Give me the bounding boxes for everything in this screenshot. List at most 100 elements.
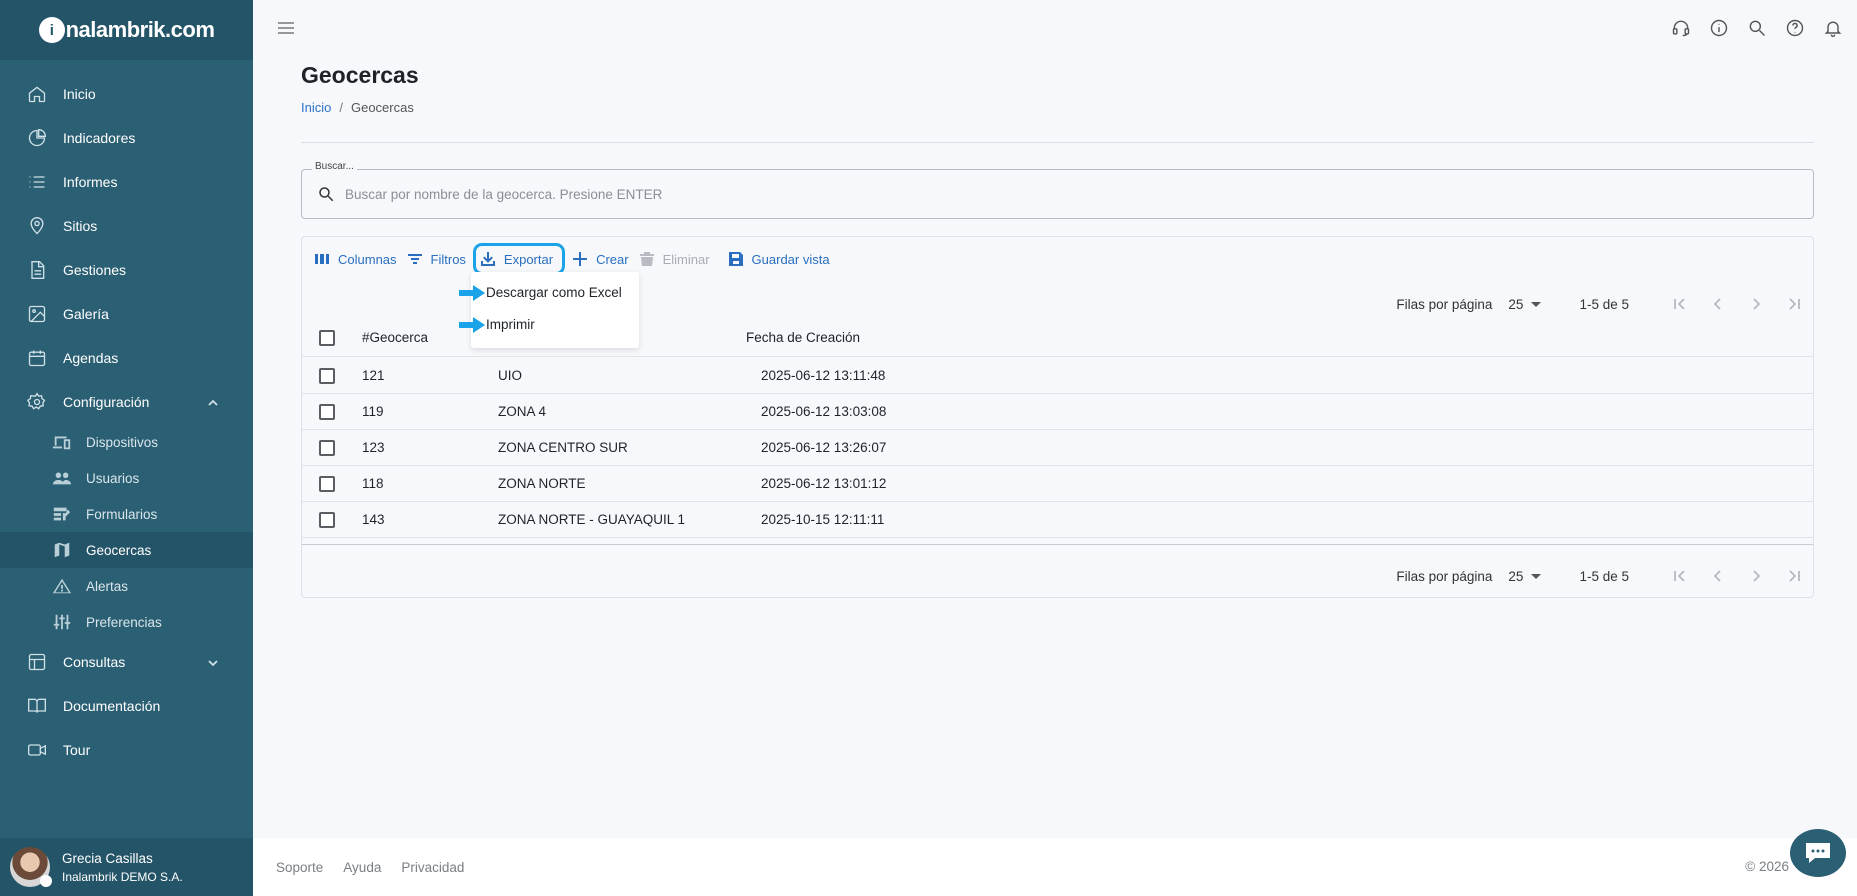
rows-per-page-label: Filas por página (1396, 568, 1493, 584)
row-checkbox[interactable] (319, 475, 335, 492)
export-button[interactable]: Exportar (472, 243, 566, 275)
previous-page-icon[interactable] (1699, 289, 1737, 319)
next-page-icon[interactable] (1737, 561, 1775, 591)
sidebar-item-galeria[interactable]: Galería (0, 292, 253, 336)
hamburger-menu-icon[interactable] (276, 18, 296, 38)
sidebar-item-indicadores[interactable]: Indicadores (0, 116, 253, 160)
arrow-right-icon (459, 285, 485, 301)
logo-mark: i (38, 17, 65, 43)
rows-per-page-select[interactable]: 25 (1508, 568, 1542, 584)
help-icon[interactable] (1785, 18, 1805, 38)
sidebar-item-consultas[interactable]: Consultas (0, 640, 253, 684)
sidebar-item-informes[interactable]: Informes (0, 160, 253, 204)
info-icon[interactable] (1709, 18, 1729, 38)
filters-button[interactable]: Filtros (402, 245, 471, 273)
export-label: Exportar (503, 251, 554, 267)
last-page-icon[interactable] (1775, 289, 1813, 319)
sidebar-subitem-usuarios[interactable]: Usuarios (0, 460, 253, 496)
search-input[interactable] (345, 186, 1745, 202)
select-all-checkbox[interactable] (319, 329, 335, 346)
filter-icon (407, 254, 422, 264)
table-icon (27, 652, 47, 672)
row-checkbox[interactable] (319, 367, 335, 384)
row-checkbox[interactable] (319, 439, 335, 456)
chat-icon (1806, 843, 1830, 863)
sidebar-subitem-label: Alertas (86, 578, 129, 594)
row-checkbox[interactable] (319, 511, 335, 528)
table-row[interactable]: 121 UIO 2025-06-12 13:11:48 (302, 358, 1813, 394)
cell-id: 121 (362, 368, 385, 383)
sidebar-subitem-formularios[interactable]: Formularios (0, 496, 253, 532)
cell-id: 123 (362, 440, 385, 455)
logo-bar: i nalambrik.com (0, 0, 253, 60)
breadcrumb-home-link[interactable]: Inicio (301, 100, 331, 115)
row-checkbox[interactable] (319, 403, 335, 420)
sliders-icon (51, 613, 73, 631)
grid-footer-divider (302, 544, 1813, 545)
chat-button[interactable] (1790, 829, 1846, 877)
sidebar-subitem-preferencias[interactable]: Preferencias (0, 604, 253, 640)
sidebar-item-sitios[interactable]: Sitios (0, 204, 253, 248)
image-icon (27, 304, 47, 324)
sidebar-item-agendas[interactable]: Agendas (0, 336, 253, 380)
dropdown-caret-icon (1531, 301, 1542, 307)
sidebar-item-documentacion[interactable]: Documentación (0, 684, 253, 728)
sidebar-subitem-label: Preferencias (86, 614, 162, 630)
search-icon[interactable] (1747, 18, 1767, 38)
user-panel[interactable]: Grecia Casillas Inalambrik DEMO S.A. (0, 838, 253, 896)
table-row[interactable]: 119 ZONA 4 2025-06-12 13:03:08 (302, 394, 1813, 430)
sidebar-nav: Inicio Indicadores Informes Sitios Gesti… (0, 72, 253, 772)
video-icon (27, 740, 47, 760)
sidebar-subitem-label: Formularios (86, 506, 158, 522)
sidebar-subitem-alertas[interactable]: Alertas (0, 568, 253, 604)
filters-label: Filtros (430, 251, 466, 267)
delete-button[interactable]: Eliminar (634, 245, 715, 273)
sidebar-subitem-dispositivos[interactable]: Dispositivos (0, 424, 253, 460)
sidebar-item-label: Documentación (63, 698, 161, 714)
export-excel-menu-item[interactable]: Descargar como Excel (486, 285, 622, 300)
download-icon (480, 252, 495, 266)
sidebar-item-label: Galería (63, 306, 109, 322)
footer-link-ayuda[interactable]: Ayuda (343, 860, 381, 875)
sidebar-subitem-geocercas[interactable]: Geocercas (0, 532, 253, 568)
brand-logo[interactable]: i nalambrik.com (38, 17, 215, 43)
footer-link-soporte[interactable]: Soporte (276, 860, 323, 875)
first-page-icon[interactable] (1661, 561, 1699, 591)
cell-name: ZONA NORTE - GUAYAQUIL 1 (498, 512, 686, 527)
table-row[interactable]: 143 ZONA NORTE - GUAYAQUIL 1 2025-10-15 … (302, 502, 1813, 538)
create-button[interactable]: Crear (567, 245, 634, 273)
arrow-right-icon (459, 317, 485, 333)
breadcrumb-separator: / (339, 100, 343, 115)
sidebar-item-inicio[interactable]: Inicio (0, 72, 253, 116)
sidebar-item-configuracion[interactable]: Configuración (0, 380, 253, 424)
first-page-icon[interactable] (1661, 289, 1699, 319)
gear-icon (27, 392, 47, 412)
rows-per-page-value: 25 (1508, 568, 1524, 584)
save-view-button[interactable]: Guardar vista (723, 245, 835, 273)
sidebar-item-gestiones[interactable]: Gestiones (0, 248, 253, 292)
rows-per-page-select[interactable]: 25 (1508, 297, 1542, 312)
trash-icon (639, 252, 654, 266)
cell-id: 119 (362, 404, 384, 419)
column-header-created[interactable]: Fecha de Creación (746, 319, 860, 356)
previous-page-icon[interactable] (1699, 561, 1737, 591)
last-page-icon[interactable] (1775, 561, 1813, 591)
sidebar: i nalambrik.com Inicio Indicadores Infor… (0, 0, 253, 896)
table-row[interactable]: 123 ZONA CENTRO SUR 2025-06-12 13:26:07 (302, 430, 1813, 466)
cell-created: 2025-06-12 13:03:08 (761, 404, 887, 419)
pie-chart-icon (27, 128, 47, 148)
export-print-menu-item[interactable]: Imprimir (486, 317, 535, 332)
search-field[interactable] (301, 169, 1814, 219)
sidebar-item-label: Informes (63, 174, 118, 190)
next-page-icon[interactable] (1737, 289, 1775, 319)
headset-support-icon[interactable] (1671, 18, 1691, 38)
bell-icon[interactable] (1823, 18, 1843, 38)
column-header-id[interactable]: #Geocerca (362, 319, 428, 356)
cell-name: ZONA CENTRO SUR (498, 440, 628, 455)
columns-button[interactable]: Columnas (309, 245, 402, 273)
table-row[interactable]: 118 ZONA NORTE 2025-06-12 13:01:12 (302, 466, 1813, 502)
document-icon (27, 260, 47, 280)
sidebar-item-label: Sitios (63, 218, 98, 234)
sidebar-item-tour[interactable]: Tour (0, 728, 253, 772)
footer-link-privacidad[interactable]: Privacidad (401, 860, 464, 875)
